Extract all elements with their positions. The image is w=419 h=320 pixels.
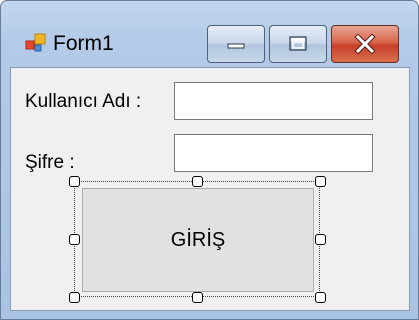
- resize-handle-top-right[interactable]: [315, 176, 326, 187]
- resize-handle-bottom-right[interactable]: [315, 292, 326, 303]
- maximize-button[interactable]: [269, 25, 327, 63]
- username-label: Kullanıcı Adı :: [25, 91, 142, 112]
- close-icon: [354, 34, 376, 54]
- resize-handle-bottom-center[interactable]: [192, 292, 203, 303]
- resize-handle-top-center[interactable]: [192, 176, 203, 187]
- minimize-icon: [227, 43, 245, 49]
- title-bar[interactable]: Form1: [1, 1, 418, 63]
- resize-handle-middle-right[interactable]: [315, 234, 326, 245]
- window-title: Form1: [53, 32, 114, 55]
- password-label: Şifre :: [25, 152, 75, 173]
- resize-handle-middle-left[interactable]: [69, 234, 80, 245]
- minimize-button[interactable]: [207, 25, 265, 63]
- close-button[interactable]: [331, 25, 399, 63]
- winforms-form-icon: [25, 33, 46, 52]
- login-button[interactable]: GİRİŞ: [82, 188, 314, 292]
- form-window: Form1 Kullanıcı Adı : Şifre : GİRİŞ: [0, 0, 419, 320]
- form-client-area: Kullanıcı Adı : Şifre : GİRİŞ: [10, 67, 410, 311]
- username-input[interactable]: [174, 82, 373, 120]
- maximize-icon: [289, 36, 307, 51]
- resize-handle-top-left[interactable]: [69, 176, 80, 187]
- password-input[interactable]: [174, 134, 373, 172]
- resize-handle-bottom-left[interactable]: [69, 292, 80, 303]
